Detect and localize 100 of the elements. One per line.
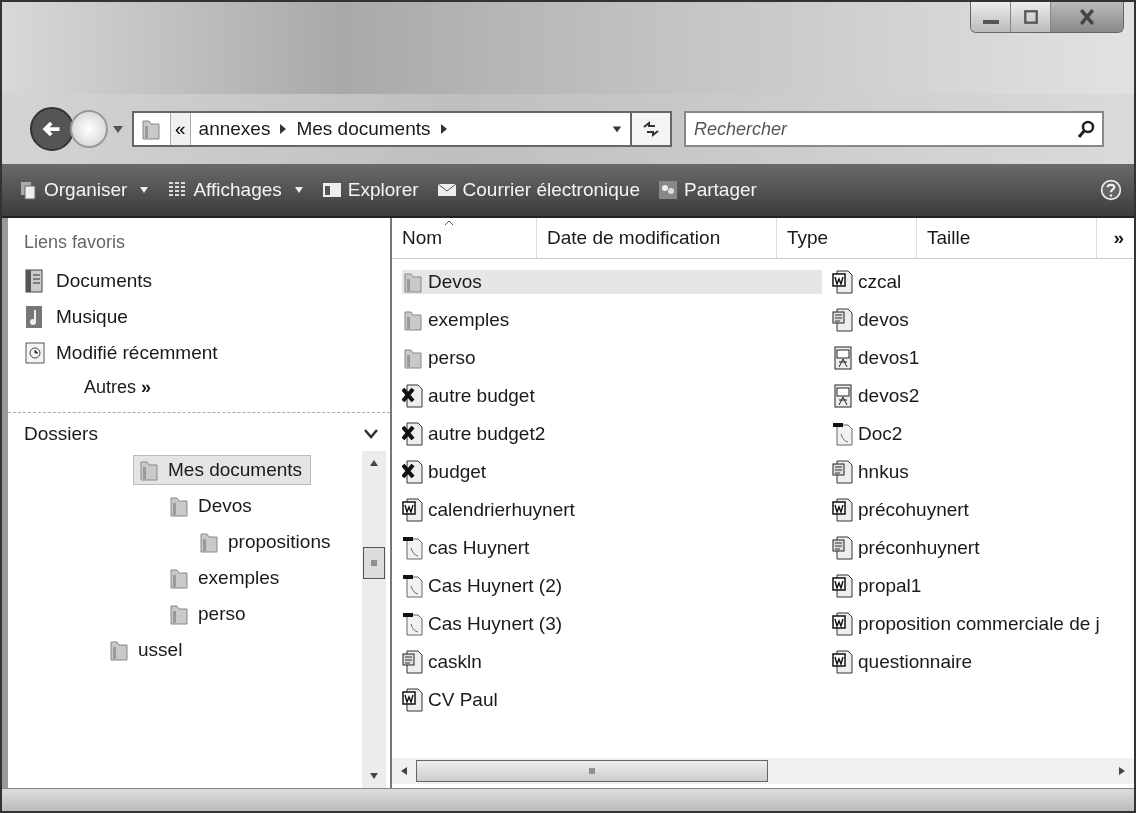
close-button[interactable] xyxy=(1051,2,1123,32)
spreadsheet-file-icon xyxy=(402,384,424,408)
file-item[interactable]: caskln xyxy=(402,650,488,674)
section-heading: Liens favoris xyxy=(24,232,127,253)
word-file-icon xyxy=(832,498,854,522)
search-icon[interactable] xyxy=(1076,119,1096,139)
vertical-scrollbar[interactable] xyxy=(362,451,386,788)
folder-tree-item[interactable]: perso xyxy=(163,599,255,629)
file-item[interactable]: CV Paul xyxy=(402,688,504,712)
column-header[interactable]: Taille xyxy=(917,218,1097,258)
file-item[interactable]: calendrierhuynert xyxy=(402,498,581,522)
grip-icon[interactable] xyxy=(369,558,379,568)
column-header[interactable]: Type xyxy=(777,218,917,258)
breadcrumb-item[interactable]: Mes documents xyxy=(296,118,431,140)
toolbar-button[interactable]: Explorer xyxy=(317,175,423,205)
toolbar-button[interactable]: Courrier électronique xyxy=(432,175,644,205)
document-icon xyxy=(24,269,46,293)
document-file-icon xyxy=(832,422,854,446)
spreadsheet-file-icon xyxy=(402,460,424,484)
document-file-icon xyxy=(832,308,854,332)
breadcrumb-arrow-icon[interactable] xyxy=(438,123,449,135)
folder-icon xyxy=(168,602,190,626)
file-item[interactable]: hnkus xyxy=(832,460,915,484)
toolbar-button[interactable]: Partager xyxy=(654,175,761,205)
file-item[interactable]: questionnaire xyxy=(832,650,979,674)
file-item[interactable]: proposition commerciale de j xyxy=(832,612,1106,636)
folder-tree-item[interactable]: exemples xyxy=(163,563,289,593)
stacked-pages-icon xyxy=(18,180,38,200)
file-item[interactable]: devos xyxy=(832,308,915,332)
file-item[interactable]: Doc2 xyxy=(832,422,909,446)
breadcrumb-item[interactable]: annexes xyxy=(198,118,271,140)
folder-icon xyxy=(402,270,424,294)
presentation-file-icon xyxy=(832,346,854,370)
word-file-icon xyxy=(832,574,854,598)
file-item[interactable]: exemples xyxy=(402,308,516,332)
folder-tree-item[interactable]: propositions xyxy=(193,527,340,557)
file-item[interactable]: Devos xyxy=(402,270,822,294)
file-item[interactable]: devos1 xyxy=(832,346,926,370)
file-item[interactable]: Cas Huynert (3) xyxy=(402,612,569,636)
section-heading: Dossiers xyxy=(24,423,98,445)
search-field[interactable]: Rechercher xyxy=(684,111,1104,147)
document-file-icon xyxy=(402,574,424,598)
file-item[interactable]: devos2 xyxy=(832,384,926,408)
window-panes-icon xyxy=(321,180,342,200)
favorite-link[interactable]: Musique xyxy=(24,305,128,329)
file-item[interactable]: autre budget2 xyxy=(402,422,552,446)
folder-icon xyxy=(140,117,162,141)
grip-icon[interactable] xyxy=(587,766,597,776)
column-header[interactable]: Nom xyxy=(392,218,537,258)
spreadsheet-file-icon xyxy=(402,422,424,446)
file-item[interactable]: cas Huynert xyxy=(402,536,536,560)
history-dropdown-icon[interactable] xyxy=(112,124,124,134)
more-links-button[interactable]: Autres » xyxy=(24,377,152,398)
folder-icon xyxy=(168,566,190,590)
folder-icon xyxy=(168,494,190,518)
folder-icon xyxy=(138,458,160,482)
document-file-icon xyxy=(402,650,424,674)
file-item[interactable]: autre budget xyxy=(402,384,541,408)
presentation-file-icon xyxy=(832,384,854,408)
word-file-icon xyxy=(832,612,854,636)
file-item[interactable]: précohuynert xyxy=(832,498,975,522)
file-item[interactable]: préconhuynert xyxy=(832,536,986,560)
folder-icon xyxy=(402,346,424,370)
document-file-icon xyxy=(832,536,854,560)
word-file-icon xyxy=(402,688,424,712)
search-input[interactable]: Rechercher xyxy=(692,117,1076,141)
more-columns-button[interactable]: » xyxy=(1113,227,1134,249)
favorite-link[interactable]: Documents xyxy=(24,269,153,293)
refresh-icon xyxy=(641,119,661,139)
overflow-breadcrumb-button[interactable]: « xyxy=(170,113,191,145)
scroll-left-icon[interactable] xyxy=(400,766,408,776)
maximize-button[interactable] xyxy=(1011,2,1051,32)
document-file-icon xyxy=(402,612,424,636)
folder-tree-item[interactable]: Devos xyxy=(163,491,261,521)
back-button[interactable] xyxy=(30,107,74,151)
favorite-link[interactable]: Modifié récemment xyxy=(24,341,218,365)
toolbar-button[interactable]: Affichages xyxy=(163,175,308,205)
horizontal-scrollbar[interactable] xyxy=(392,758,1134,784)
scroll-up-icon[interactable] xyxy=(369,459,379,467)
file-item[interactable]: budget xyxy=(402,460,493,484)
file-item[interactable]: propal1 xyxy=(832,574,928,598)
minimize-button[interactable] xyxy=(971,2,1011,32)
document-file-icon xyxy=(832,460,854,484)
chevron-down-icon[interactable] xyxy=(364,429,378,439)
word-file-icon xyxy=(402,498,424,522)
file-item[interactable]: perso xyxy=(402,346,482,370)
file-item[interactable]: Cas Huynert (2) xyxy=(402,574,569,598)
toolbar-button[interactable]: Organiser xyxy=(14,175,154,205)
scroll-down-icon[interactable] xyxy=(369,772,379,780)
scroll-right-icon[interactable] xyxy=(1118,766,1126,776)
file-item[interactable]: czcal xyxy=(832,270,908,294)
folder-icon xyxy=(402,308,424,332)
address-bar[interactable]: « annexes Mes documents xyxy=(132,111,672,147)
folder-tree-item[interactable]: ussel xyxy=(103,635,192,665)
minimize-icon xyxy=(982,20,999,24)
column-header[interactable]: Date de modification xyxy=(537,218,777,258)
refresh-button[interactable] xyxy=(630,113,670,145)
help-icon[interactable] xyxy=(1100,179,1122,201)
folder-icon xyxy=(108,638,130,662)
folder-tree-item[interactable]: Mes documents xyxy=(133,455,312,485)
